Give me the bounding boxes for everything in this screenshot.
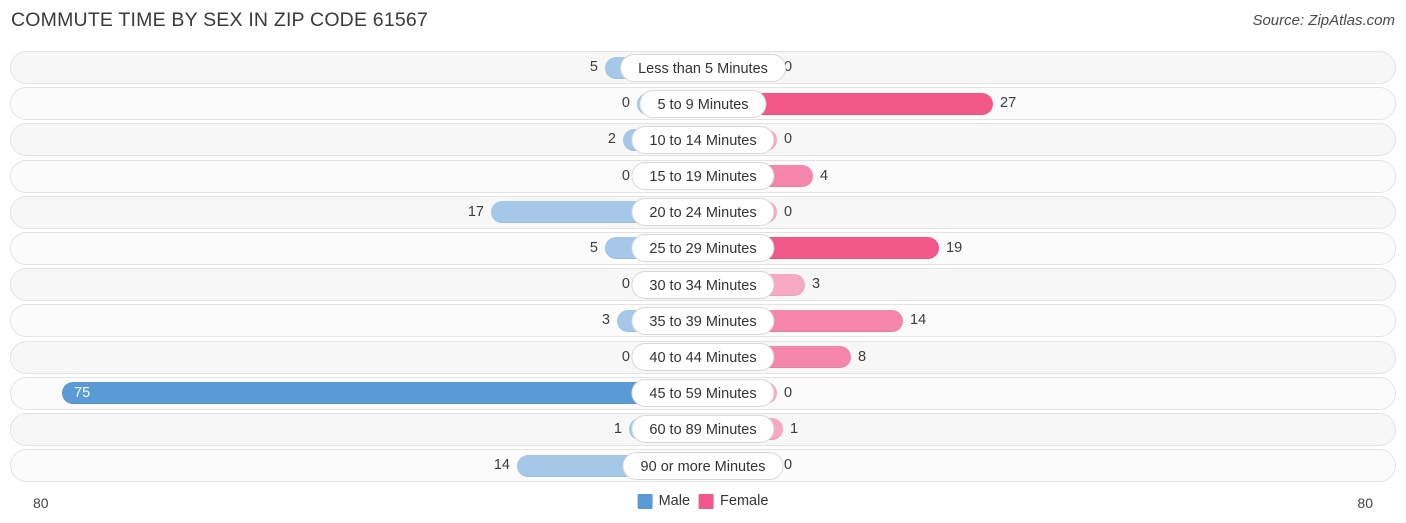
legend-item-female[interactable]: Female (699, 493, 768, 509)
category-label: 20 to 24 Minutes (631, 198, 775, 227)
row-bars: 0 4 15 to 19 Minutes (0, 159, 1406, 195)
category-label: 45 to 59 Minutes (631, 379, 775, 408)
female-value-label: 19 (946, 239, 963, 256)
row-bars: 2 0 10 to 14 Minutes (0, 122, 1406, 158)
chart-rows: 5 0 Less than 5 Minutes 0 27 5 to 9 Minutes 2 0… (0, 50, 1406, 484)
category-label: 5 to 9 Minutes (639, 89, 767, 118)
male-value-label: 2 (607, 131, 616, 148)
page-title: COMMUTE TIME BY SEX IN ZIP CODE 61567 (11, 9, 429, 31)
source-attribution: Source: ZipAtlas.com (1252, 12, 1395, 29)
row-bars: 0 3 30 to 34 Minutes (0, 267, 1406, 303)
male-bar[interactable] (62, 382, 703, 405)
table-row: 1 1 60 to 89 Minutes (0, 412, 1406, 448)
table-row: 5 0 Less than 5 Minutes (0, 50, 1406, 86)
row-bars: 3 14 35 to 39 Minutes (0, 303, 1406, 339)
female-value-label: 27 (1000, 95, 1017, 112)
female-value-label: 8 (858, 348, 867, 365)
male-color-swatch-icon (637, 493, 653, 509)
row-bars: 17 0 20 to 24 Minutes (0, 195, 1406, 231)
female-value-label: 0 (784, 131, 793, 148)
table-row: 0 27 5 to 9 Minutes (0, 86, 1406, 122)
female-value-label: 0 (784, 457, 793, 474)
male-value-label: 3 (601, 312, 610, 329)
male-value-label: 5 (589, 239, 598, 256)
female-value-label: 0 (784, 384, 793, 401)
table-row: 0 4 15 to 19 Minutes (0, 159, 1406, 195)
legend-label-male: Male (658, 493, 691, 509)
male-value-label: 75 (74, 384, 91, 401)
male-value-label: 0 (621, 95, 630, 112)
male-value-label: 5 (589, 59, 598, 75)
chart-footer: 80 Male Female 80 (0, 491, 1406, 517)
row-bars: 14 0 90 or more Minutes (0, 448, 1406, 484)
category-label: 35 to 39 Minutes (631, 306, 775, 335)
legend-item-male[interactable]: Male (637, 493, 691, 509)
row-bars: 5 19 25 to 29 Minutes (0, 231, 1406, 267)
chart-legend: Male Female (637, 493, 768, 509)
legend-label-female: Female (720, 493, 769, 509)
table-row: 75 0 45 to 59 Minutes (0, 376, 1406, 412)
row-bars: 1 1 60 to 89 Minutes (0, 412, 1406, 448)
axis-right-tick: 80 (1357, 495, 1373, 511)
table-row: 0 3 30 to 34 Minutes (0, 267, 1406, 303)
category-label: 40 to 44 Minutes (631, 343, 775, 371)
row-bars: 0 8 40 to 44 Minutes (0, 340, 1406, 376)
male-value-label: 14 (493, 457, 510, 474)
female-value-label: 1 (790, 420, 799, 437)
female-color-swatch-icon (699, 493, 715, 509)
category-label: 25 to 29 Minutes (631, 234, 775, 263)
axis-left-tick: 80 (33, 495, 49, 511)
category-label: 10 to 14 Minutes (631, 125, 775, 154)
row-bars: 75 0 45 to 59 Minutes (0, 376, 1406, 412)
male-value-label: 0 (621, 276, 630, 293)
chart-header: COMMUTE TIME BY SEX IN ZIP CODE 61567 So… (0, 0, 1406, 46)
row-bars: 0 27 5 to 9 Minutes (0, 86, 1406, 122)
male-value-label: 0 (621, 348, 630, 365)
female-value-label: 0 (784, 203, 793, 220)
category-label: 30 to 34 Minutes (631, 270, 775, 299)
commute-time-chart: COMMUTE TIME BY SEX IN ZIP CODE 61567 So… (0, 0, 1406, 523)
female-value-label: 14 (910, 312, 927, 329)
table-row: 0 8 40 to 44 Minutes (0, 340, 1406, 376)
row-bars: 5 0 Less than 5 Minutes (0, 50, 1406, 86)
table-row: 2 0 10 to 14 Minutes (0, 122, 1406, 158)
category-label: 15 to 19 Minutes (631, 162, 775, 191)
female-value-label: 3 (812, 276, 821, 293)
female-value-label: 4 (820, 167, 829, 184)
male-value-label: 0 (621, 167, 630, 184)
male-value-label: 17 (467, 203, 484, 220)
table-row: 3 14 35 to 39 Minutes (0, 303, 1406, 339)
category-label: 60 to 89 Minutes (631, 415, 775, 444)
category-label: 90 or more Minutes (622, 451, 784, 480)
table-row: 17 0 20 to 24 Minutes (0, 195, 1406, 231)
male-value-label: 1 (613, 420, 622, 437)
table-row: 5 19 25 to 29 Minutes (0, 231, 1406, 267)
category-label: Less than 5 Minutes (620, 53, 786, 82)
table-row: 14 0 90 or more Minutes (0, 448, 1406, 484)
